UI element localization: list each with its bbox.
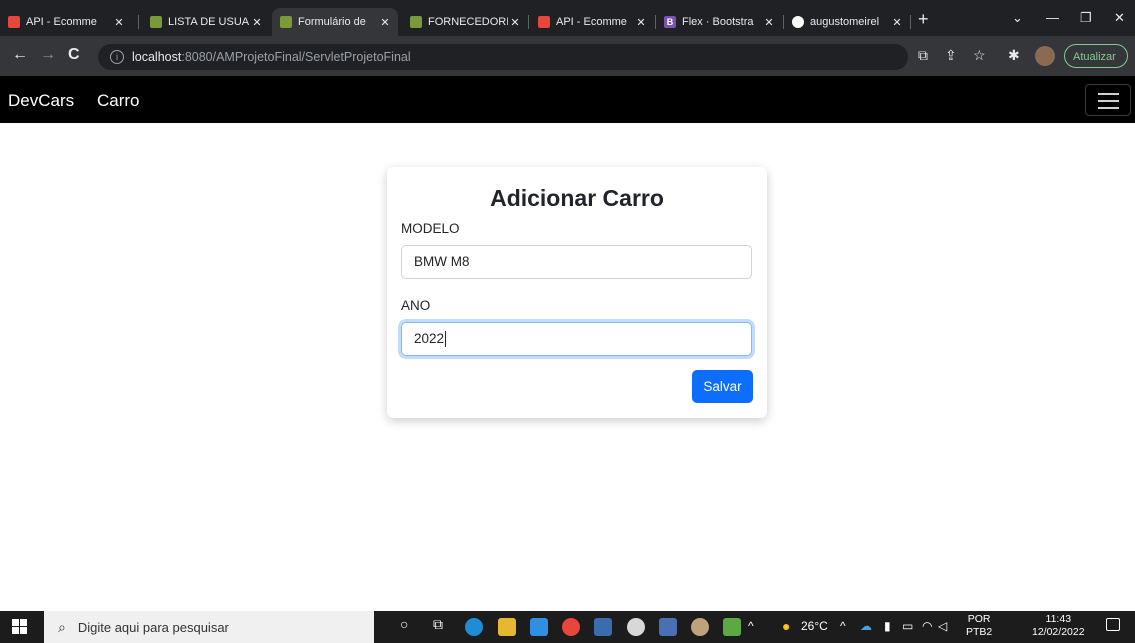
profile-avatar[interactable]: [1035, 46, 1055, 66]
postman-favicon-icon: [538, 16, 550, 28]
notification-center-icon[interactable]: [1106, 618, 1120, 631]
form-title: Adicionar Carro: [490, 185, 664, 211]
file-explorer-app-icon[interactable]: [498, 618, 516, 636]
add-car-card: Adicionar Carro MODELO BMW M8 ANO 2022 S…: [387, 167, 767, 418]
close-tab-icon[interactable]: ✕: [378, 16, 392, 29]
chrome-app-icon[interactable]: [562, 618, 580, 636]
navbar-toggler-hamburger-icon[interactable]: [1085, 84, 1131, 116]
update-button[interactable]: Atualizar ⋮: [1064, 44, 1128, 87]
cortana-circle-icon[interactable]: ○: [400, 617, 408, 631]
settings-gear-app-icon[interactable]: [691, 618, 709, 636]
modelo-input-value: BMW M8: [414, 254, 470, 269]
input-language-indicator[interactable]: POR PTB2: [966, 613, 992, 639]
tab-title: augustomeirel: [810, 16, 880, 28]
close-window-icon[interactable]: ✕: [1114, 10, 1125, 26]
close-tab-icon[interactable]: ✕: [112, 16, 126, 29]
tray-chevron-up-icon[interactable]: ^: [840, 619, 846, 633]
windows-start-icon[interactable]: [12, 619, 28, 635]
extensions-puzzle-icon[interactable]: ✱: [1008, 47, 1020, 63]
address-bar[interactable]: i localhost :8080/AMProjetoFinal/Servlet…: [98, 44, 908, 70]
app-icon-9[interactable]: [723, 618, 741, 636]
tab-title: Flex · Bootstra: [682, 16, 754, 28]
search-icon: ⌕: [58, 618, 66, 635]
tab-api-ecommerce-2[interactable]: API - Ecomme ✕: [530, 8, 654, 36]
network-icon[interactable]: ▭: [902, 619, 913, 633]
volume-icon[interactable]: ◁: [938, 619, 947, 633]
save-button[interactable]: Salvar: [692, 370, 753, 403]
app-icon-7[interactable]: [659, 618, 677, 636]
tab-separator: [138, 15, 139, 29]
page-favicon-icon: [150, 16, 162, 28]
taskbar-search-box[interactable]: ⌕ Digite aqui para pesquisar: [44, 611, 374, 643]
tab-title: Formulário de: [298, 16, 366, 28]
share-icon[interactable]: ⇪: [945, 47, 957, 63]
translate-icon[interactable]: ⧉: [918, 47, 928, 63]
address-path: :8080/AMProjetoFinal/ServletProjetoFinal: [181, 50, 411, 64]
tab-github[interactable]: augustomeirel ✕: [784, 8, 910, 36]
page-favicon-icon: [280, 16, 292, 28]
task-view-icon[interactable]: ⧉: [433, 617, 443, 631]
tab-title: API - Ecomme: [26, 16, 97, 28]
back-arrow-icon[interactable]: ←: [12, 46, 28, 64]
app-icon-5[interactable]: [594, 618, 612, 636]
close-tab-icon[interactable]: ✕: [250, 16, 264, 29]
tab-fornecedores[interactable]: FORNECEDORI ✕: [402, 8, 528, 36]
close-tab-icon[interactable]: ✕: [762, 16, 776, 29]
github-desktop-app-icon[interactable]: [627, 618, 645, 636]
tab-separator: [910, 15, 911, 29]
minimize-icon[interactable]: —: [1046, 10, 1059, 25]
bootstrap-favicon-icon: B: [664, 16, 676, 28]
clock-time: 11:43: [1045, 613, 1072, 625]
language-code: POR: [967, 613, 991, 625]
update-label: Atualizar: [1073, 51, 1116, 63]
tab-separator: [528, 15, 529, 29]
close-tab-icon[interactable]: ✕: [890, 16, 904, 29]
github-favicon-icon: [792, 16, 804, 28]
forward-arrow-icon[interactable]: →: [40, 46, 56, 64]
site-navbar: [0, 76, 1135, 123]
ano-input[interactable]: 2022: [401, 322, 752, 356]
text-caret: [445, 331, 447, 348]
clock-date: 12/02/2022: [1032, 626, 1085, 638]
reload-icon[interactable]: C: [68, 46, 80, 64]
language-variant: PTB2: [966, 626, 993, 638]
page-favicon-icon: [410, 16, 422, 28]
tab-lista-de-usuarios[interactable]: LISTA DE USUA ✕: [142, 8, 270, 36]
edge-app-icon[interactable]: [465, 618, 483, 636]
weather-temperature[interactable]: 26°C: [801, 619, 828, 633]
postman-favicon-icon: [8, 16, 20, 28]
tab-flex-bootstrap[interactable]: B Flex · Bootstra ✕: [656, 8, 782, 36]
overflow-chevron-up-icon[interactable]: ^: [748, 619, 754, 633]
site-info-icon[interactable]: i: [110, 50, 124, 64]
tab-title: LISTA DE USUA: [168, 16, 250, 28]
tab-search-chevron-icon[interactable]: ⌄: [1012, 10, 1023, 26]
address-host: localhost: [132, 50, 182, 64]
tab-api-ecommerce-1[interactable]: API - Ecomme ✕: [0, 8, 132, 36]
ano-input-value: 2022: [414, 331, 445, 346]
tab-formulario[interactable]: Formulário de ✕: [272, 8, 398, 36]
vscode-app-icon[interactable]: [530, 618, 548, 636]
nav-link-carro[interactable]: Carro: [97, 91, 140, 111]
close-tab-icon[interactable]: ✕: [634, 16, 648, 29]
tab-title: API - Ecomme: [556, 16, 627, 28]
ano-label: ANO: [401, 298, 431, 313]
close-tab-icon[interactable]: ✕: [508, 16, 522, 29]
tab-title: FORNECEDORI: [428, 16, 508, 28]
battery-icon[interactable]: ▮: [884, 619, 891, 633]
modelo-label: MODELO: [401, 221, 460, 236]
wifi-icon[interactable]: ◠: [922, 619, 932, 633]
bookmark-star-icon[interactable]: ☆: [973, 47, 986, 63]
taskbar-search-placeholder: Digite aqui para pesquisar: [77, 619, 229, 635]
new-tab-plus-icon[interactable]: +: [918, 10, 929, 28]
modelo-input[interactable]: BMW M8: [401, 245, 752, 279]
maximize-icon[interactable]: ❐: [1080, 10, 1092, 26]
onedrive-cloud-icon[interactable]: ☁: [860, 619, 872, 633]
navbar-brand[interactable]: DevCars: [8, 91, 74, 111]
taskbar-clock[interactable]: 11:43 12/02/2022: [1032, 613, 1085, 639]
weather-sun-icon[interactable]: ●: [782, 619, 790, 633]
